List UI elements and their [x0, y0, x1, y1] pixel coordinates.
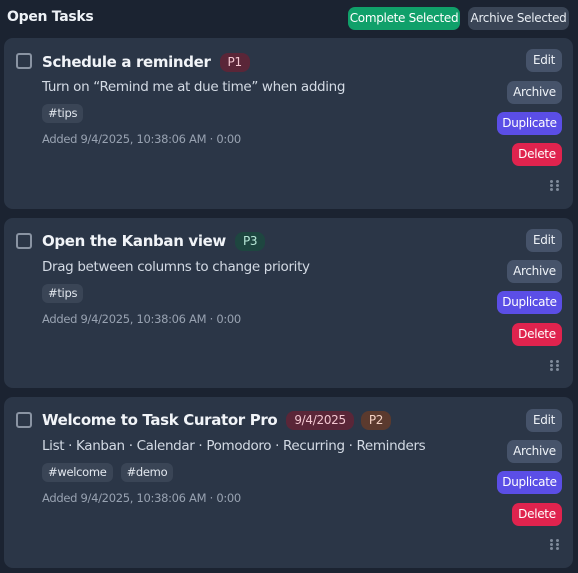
task-title: Schedule a reminder	[42, 53, 211, 71]
priority-badge: P1	[219, 52, 250, 72]
duplicate-button[interactable]: Duplicate	[497, 112, 562, 135]
task-tags: #welcome #demo	[42, 463, 174, 482]
edit-button[interactable]: Edit	[526, 49, 562, 72]
task-tags: #tips	[42, 284, 84, 303]
archive-button[interactable]: Archive	[507, 260, 562, 283]
drag-handle-icon[interactable]	[550, 180, 559, 191]
duplicate-button[interactable]: Duplicate	[497, 471, 562, 494]
task-title-row: Open the Kanban view P3	[42, 230, 266, 252]
task-checkbox[interactable]	[16, 233, 32, 249]
task-meta: Added 9/4/2025, 10:38:06 AM · 0:00	[42, 491, 241, 505]
edit-button[interactable]: Edit	[526, 409, 562, 432]
task-card: Schedule a reminder P1 Turn on “Remind m…	[4, 38, 573, 209]
archive-selected-button[interactable]: Archive Selected	[468, 7, 569, 30]
list-header: Open Tasks Complete Selected Archive Sel…	[0, 0, 578, 36]
task-description: List · Kanban · Calendar · Pomodoro · Re…	[42, 438, 426, 454]
priority-badge: P3	[234, 231, 266, 251]
archive-button[interactable]: Archive	[507, 440, 562, 463]
complete-selected-button[interactable]: Complete Selected	[348, 7, 460, 30]
task-tags: #tips	[42, 104, 84, 123]
task-title-row: Welcome to Task Curator Pro 9/4/2025 P2	[42, 409, 392, 431]
task-checkbox[interactable]	[16, 412, 32, 428]
tag-chip[interactable]: #welcome	[42, 463, 113, 482]
tag-chip[interactable]: #tips	[42, 104, 84, 123]
task-card: Welcome to Task Curator Pro 9/4/2025 P2 …	[4, 397, 573, 568]
tag-chip[interactable]: #demo	[120, 463, 174, 482]
edit-button[interactable]: Edit	[526, 229, 562, 252]
task-title: Open the Kanban view	[42, 232, 226, 250]
delete-button[interactable]: Delete	[512, 143, 562, 166]
drag-handle-icon[interactable]	[550, 360, 559, 371]
page-title: Open Tasks	[7, 9, 94, 25]
archive-button[interactable]: Archive	[507, 81, 562, 104]
due-date-badge: 9/4/2025	[286, 410, 354, 430]
task-meta: Added 9/4/2025, 10:38:06 AM · 0:00	[42, 132, 241, 146]
drag-handle-icon[interactable]	[550, 539, 559, 550]
tag-chip[interactable]: #tips	[42, 284, 84, 303]
task-checkbox[interactable]	[16, 53, 32, 69]
duplicate-button[interactable]: Duplicate	[497, 291, 562, 314]
task-title-row: Schedule a reminder P1	[42, 51, 250, 73]
task-title: Welcome to Task Curator Pro	[42, 411, 278, 429]
delete-button[interactable]: Delete	[512, 503, 562, 526]
task-card: Open the Kanban view P3 Drag between col…	[4, 218, 573, 388]
task-meta: Added 9/4/2025, 10:38:06 AM · 0:00	[42, 312, 241, 326]
delete-button[interactable]: Delete	[512, 323, 562, 346]
task-description: Drag between columns to change priority	[42, 259, 310, 275]
task-description: Turn on “Remind me at due time” when add…	[42, 79, 346, 95]
priority-badge: P2	[360, 410, 392, 430]
